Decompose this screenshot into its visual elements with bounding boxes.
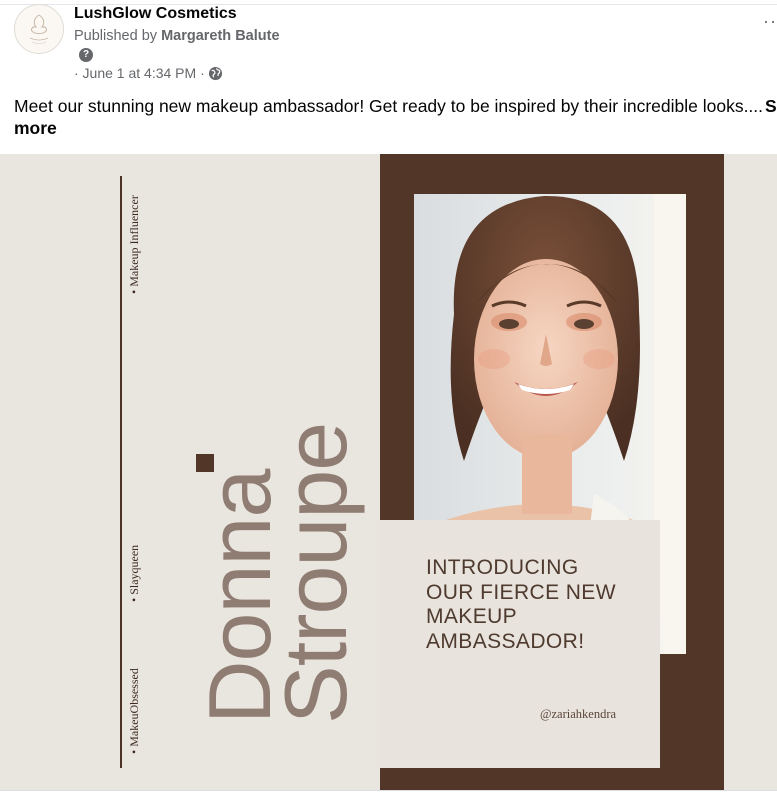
intro-text: INTRODUCING OUR FIERCE NEW MAKEUP AMBASS… xyxy=(426,556,656,654)
intro-line: OUR FIERCE NEW xyxy=(426,580,616,604)
help-icon[interactable]: ? xyxy=(79,48,93,62)
bottom-divider xyxy=(0,790,777,791)
post-caption: Meet our stunning new makeup ambassador!… xyxy=(14,96,764,116)
intro-line: MAKEUP xyxy=(426,605,518,628)
post-image[interactable]: • Makeup Influencer • Slayqueen • MakeuO… xyxy=(0,154,777,790)
publisher-name[interactable]: Margareth Balute xyxy=(161,28,279,44)
see-more-link-start[interactable]: S xyxy=(765,94,777,118)
tag-slayqueen: • Slayqueen xyxy=(127,544,141,602)
vertical-divider xyxy=(120,176,122,768)
tag-makeuobsessed: • MakeuObsessed xyxy=(127,668,141,754)
page-avatar[interactable] xyxy=(14,4,64,54)
post-meta: · June 1 at 4:34 PM · xyxy=(74,65,223,81)
ambassador-last-name: Stroupe xyxy=(266,422,365,724)
page-name-link[interactable]: LushGlow Cosmetics xyxy=(74,5,237,23)
more-options-icon[interactable]: ·· xyxy=(763,12,777,30)
intro-line: INTRODUCING xyxy=(426,556,579,579)
published-by-line: Published by Margareth Balute xyxy=(74,28,280,44)
instagram-handle: @zariahkendra xyxy=(540,707,617,721)
lushglow-logo-icon xyxy=(16,6,62,52)
timestamp-link[interactable]: · June 1 at 4:34 PM · xyxy=(74,65,205,81)
intro-line: AMBASSADOR! xyxy=(426,629,585,653)
globe-icon[interactable] xyxy=(208,66,223,81)
tag-makeup-influencer: • Makeup Influencer xyxy=(127,195,141,294)
published-prefix: Published by xyxy=(74,28,158,44)
see-more-link[interactable]: more xyxy=(14,118,57,139)
